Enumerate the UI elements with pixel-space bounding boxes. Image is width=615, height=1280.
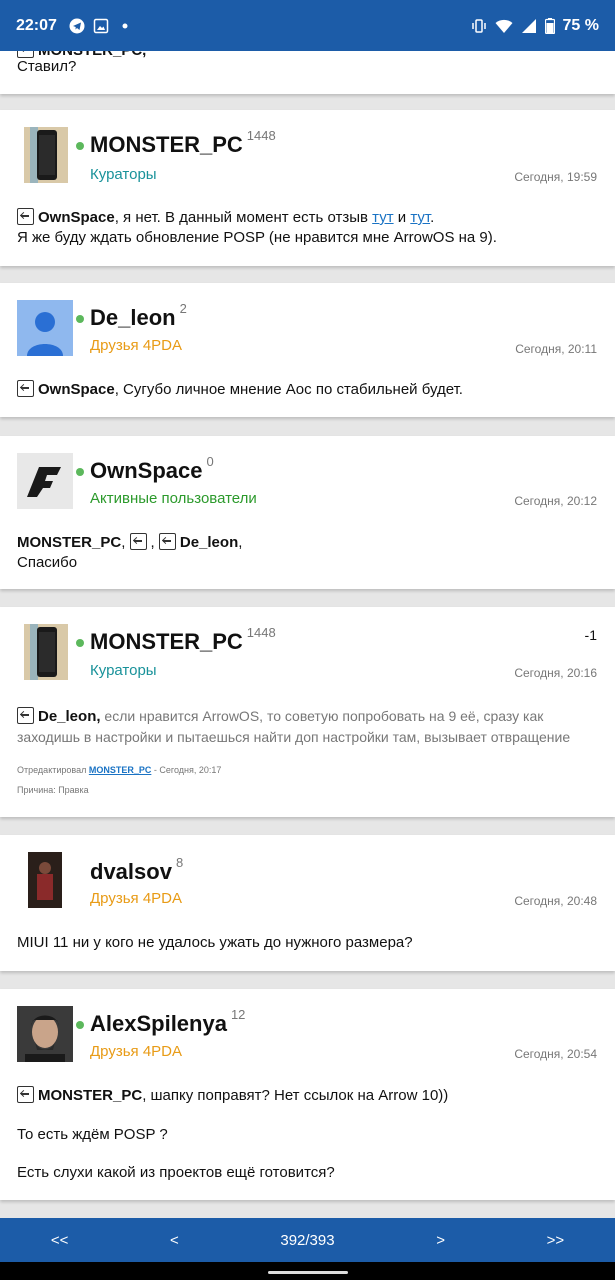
edit-reason: Причина: Правка [17, 785, 89, 795]
status-time: 22:07 [16, 16, 57, 34]
battery-icon [544, 17, 555, 34]
post-body: MONSTER_PC, шапку поправят? Нет ссылок н… [17, 1086, 597, 1106]
online-indicator [76, 142, 84, 150]
author-name[interactable]: dvalsov 8 [76, 855, 183, 885]
quoted-user[interactable]: De_leon, [38, 708, 101, 725]
avatar[interactable] [17, 453, 73, 509]
post-card-partial: MONSTER_PC, Ставил? [0, 51, 615, 94]
post-card: AlexSpilenya 12 Друзья 4PDA Сегодня, 20:… [0, 989, 615, 1200]
user-photo-icon [17, 1006, 73, 1062]
online-indicator [76, 468, 84, 476]
user-group: Активные пользователи [90, 490, 257, 507]
post-card: OwnSpace 0 Активные пользователи Сегодня… [0, 436, 615, 589]
quoted-user[interactable]: OwnSpace [38, 381, 115, 398]
post-body: OwnSpace, Сугубо личное мнение Аос по ст… [17, 380, 597, 400]
user-group: Друзья 4PDA [90, 1043, 182, 1060]
post-body: MIUI 11 ни у кого не удалось ужать до ну… [17, 934, 413, 951]
post-date: Сегодня, 20:12 [514, 494, 597, 508]
wifi-icon [495, 19, 513, 33]
next-page-button[interactable]: > [424, 1232, 457, 1249]
post-card: dvalsov 8 Друзья 4PDA Сегодня, 20:48 MIU… [0, 835, 615, 971]
edit-info: Отредактировал MONSTER_PC - Сегодня, 20:… [17, 765, 222, 775]
reputation-count[interactable]: 12 [231, 1007, 245, 1022]
avatar[interactable] [17, 1006, 73, 1062]
quote-icon[interactable] [129, 533, 147, 550]
image-icon [93, 18, 109, 33]
post-card: De_leon 2 Друзья 4PDA Сегодня, 20:11 Own… [0, 283, 615, 417]
page-indicator[interactable]: 392/393 [268, 1232, 346, 1249]
mention-user[interactable]: De_leon [180, 534, 238, 551]
user-group: Друзья 4PDA [90, 337, 182, 354]
author-name[interactable]: AlexSpilenya 12 [76, 1007, 245, 1037]
online-indicator [76, 315, 84, 323]
quote-icon[interactable] [17, 707, 34, 724]
link-tut-2[interactable]: тут [410, 209, 430, 226]
default-avatar-icon [17, 300, 73, 356]
post-vote-count: -1 [584, 627, 597, 643]
mention-user[interactable]: MONSTER_PC [17, 534, 121, 551]
post-card: MONSTER_PC 1448 Кураторы Сегодня, 19:59 … [0, 110, 615, 266]
phone-photo-icon [24, 127, 68, 183]
avatar[interactable] [17, 300, 73, 356]
quoted-user[interactable]: OwnSpace [38, 209, 115, 226]
post-card: MONSTER_PC 1448 -1 Кураторы Сегодня, 20:… [0, 607, 615, 817]
logo-avatar-icon [17, 453, 73, 509]
dot-icon [122, 23, 128, 28]
pagination-bar: << < 392/393 > >> [0, 1218, 615, 1262]
reputation-count[interactable]: 8 [176, 855, 183, 870]
post-line: То есть ждём POSP ? [17, 1126, 168, 1143]
online-indicator [76, 639, 84, 647]
user-group: Кураторы [90, 166, 157, 183]
user-group: Друзья 4PDA [90, 890, 182, 907]
vibrate-icon [471, 18, 486, 33]
post-date: Сегодня, 20:16 [514, 666, 597, 680]
post-body: OwnSpace, я нет. В данный момент есть от… [17, 208, 497, 246]
quote-icon[interactable] [17, 208, 34, 225]
post-body: MONSTER_PC, , De_leon, Спасибо [17, 533, 243, 571]
reputation-count[interactable]: 2 [180, 301, 187, 316]
quote-icon[interactable] [17, 1086, 34, 1103]
status-bar: 22:07 75 % [0, 0, 615, 51]
post-line: Есть слухи какой из проектов ещё готовит… [17, 1164, 335, 1181]
signal-icon [521, 18, 536, 33]
last-page-button[interactable]: >> [535, 1232, 577, 1249]
avatar[interactable] [24, 127, 68, 183]
post-feed[interactable]: MONSTER_PC, Ставил? MONSTER_PC 1448 Кура… [0, 51, 615, 1218]
reputation-count[interactable]: 1448 [247, 625, 276, 640]
post-date: Сегодня, 20:48 [514, 894, 597, 908]
author-name[interactable]: MONSTER_PC 1448 [76, 128, 276, 158]
post-date: Сегодня, 20:11 [515, 342, 597, 356]
user-photo-icon [28, 852, 62, 908]
avatar[interactable] [28, 852, 62, 908]
telegram-icon [69, 18, 85, 33]
user-group: Кураторы [90, 662, 157, 679]
quoted-user[interactable]: MONSTER_PC [38, 1087, 142, 1104]
post-body: De_leon, если нравится ArrowOS, то совет… [17, 707, 571, 745]
author-name[interactable]: De_leon 2 [76, 301, 187, 331]
author-name[interactable]: MONSTER_PC 1448 [76, 625, 276, 655]
editor-user[interactable]: MONSTER_PC [89, 765, 152, 775]
reputation-count[interactable]: 1448 [247, 128, 276, 143]
quote-icon[interactable] [17, 380, 34, 397]
author-name[interactable]: OwnSpace 0 [76, 454, 214, 484]
first-page-button[interactable]: << [39, 1232, 81, 1249]
prev-page-button[interactable]: < [158, 1232, 191, 1249]
post-date: Сегодня, 19:59 [514, 170, 597, 184]
system-nav-bar [0, 1262, 615, 1280]
post-text: Ставил? [17, 58, 77, 75]
link-tut-1[interactable]: тут [372, 209, 393, 226]
phone-photo-icon [24, 624, 68, 680]
reputation-count[interactable]: 0 [206, 454, 213, 469]
post-date: Сегодня, 20:54 [514, 1047, 597, 1061]
avatar[interactable] [24, 624, 68, 680]
online-indicator [76, 1021, 84, 1029]
quote-icon[interactable] [158, 533, 176, 550]
home-handle[interactable] [268, 1271, 348, 1274]
battery-level: 75 % [562, 16, 599, 34]
